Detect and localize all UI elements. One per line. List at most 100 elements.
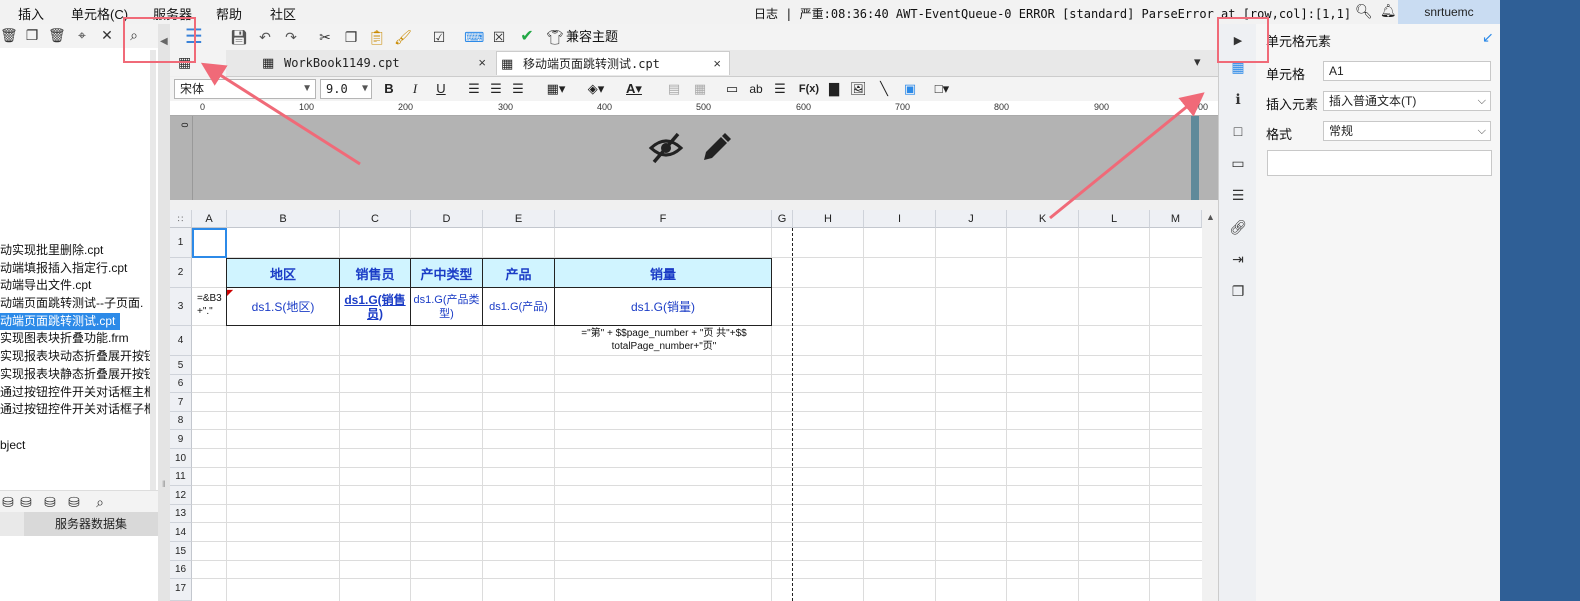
- insert-data-column-icon[interactable]: ▭: [724, 80, 740, 98]
- menu-community[interactable]: 社区: [270, 4, 296, 23]
- file-item[interactable]: 实现图表块折叠功能.frm: [0, 330, 150, 348]
- mobile-attr-icon[interactable]: ⌨: [464, 27, 484, 47]
- row-header[interactable]: 5: [170, 356, 192, 375]
- paste-icon[interactable]: 📋︎: [368, 27, 386, 47]
- close-tab-icon[interactable]: ×: [713, 52, 721, 76]
- cell-a3-formula[interactable]: =&B3 +".": [197, 292, 227, 324]
- cell-b3-dataset[interactable]: ds1.S(地区): [226, 287, 340, 326]
- tab-menu-icon[interactable]: ▾: [1194, 54, 1201, 70]
- cell-f3-dataset[interactable]: ds1.G(销量): [554, 287, 772, 326]
- delete-icon[interactable]: 🗑︎: [0, 27, 18, 43]
- pin-icon[interactable]: ↙: [1482, 29, 1494, 46]
- column-header[interactable]: G: [772, 210, 793, 228]
- preview-dataset-icon[interactable]: ⛁: [42, 494, 58, 510]
- insert-formula-button[interactable]: F(x): [798, 80, 820, 98]
- row-header[interactable]: 14: [170, 523, 192, 542]
- hyperlink-icon[interactable]: 🔗︎: [1229, 218, 1247, 236]
- unmerge-cells-icon[interactable]: ▦: [692, 80, 708, 98]
- panel-collapse-strip[interactable]: ◀ ‖: [158, 24, 170, 601]
- menu-help[interactable]: 帮助: [216, 4, 242, 23]
- row-header[interactable]: 17: [170, 579, 192, 601]
- cell-e3-dataset[interactable]: ds1.G(产品): [482, 287, 555, 326]
- locate-icon[interactable]: ⌖: [74, 27, 90, 43]
- insert-slash-icon[interactable]: ╲: [876, 80, 892, 98]
- column-header[interactable]: K: [1007, 210, 1079, 228]
- row-header[interactable]: 11: [170, 468, 192, 486]
- column-header[interactable]: M: [1150, 210, 1202, 228]
- row-header[interactable]: 10: [170, 449, 192, 468]
- column-header[interactable]: I: [864, 210, 936, 228]
- column-header[interactable]: A: [192, 210, 227, 228]
- underline-button[interactable]: U: [434, 80, 448, 98]
- row-header[interactable]: 1 (H): [170, 228, 192, 278]
- undo-icon[interactable]: ↶: [256, 27, 274, 47]
- file-item[interactable]: 动端填报插入指定行.cpt: [0, 260, 150, 278]
- cell-f4-page-formula[interactable]: ="第" + $$page_number + "页 共"+$$ totalPag…: [558, 327, 770, 355]
- copy-icon[interactable]: ❐: [24, 27, 40, 43]
- collapse-all-icon[interactable]: ✕: [99, 27, 115, 43]
- add-dataset-icon[interactable]: ⛁: [0, 494, 16, 510]
- column-header[interactable]: J: [936, 210, 1007, 228]
- column-header[interactable]: D: [411, 210, 483, 228]
- menu-cell[interactable]: 单元格(C): [71, 4, 128, 23]
- row-header[interactable]: 12: [170, 486, 192, 505]
- cell-e2-product[interactable]: 产品: [482, 258, 555, 288]
- cell-attr-icon[interactable]: ℹ: [1229, 90, 1247, 108]
- italic-button[interactable]: I: [408, 80, 422, 98]
- spreadsheet-grid[interactable]: ∷ A B C D E F G H I J K L M 1 (H) 2 (H) …: [170, 210, 1202, 601]
- row-header[interactable]: 6: [170, 375, 192, 393]
- merge-cells-icon[interactable]: ▤: [666, 80, 682, 98]
- tab-server-dataset[interactable]: 服务器数据集: [24, 512, 158, 536]
- column-header[interactable]: B: [227, 210, 340, 228]
- row-header[interactable]: 8: [170, 412, 192, 430]
- row-header[interactable]: 2 (H): [170, 258, 192, 308]
- cell-address-input[interactable]: A1: [1323, 61, 1491, 81]
- format-select[interactable]: 常规 ⌵: [1323, 121, 1491, 141]
- cell-c3-dataset[interactable]: ds1.G(销售员): [339, 287, 411, 326]
- row-header[interactable]: 3: [170, 288, 192, 326]
- column-header[interactable]: L: [1079, 210, 1150, 228]
- template-param-icon[interactable]: ☑: [430, 27, 448, 47]
- border-icon[interactable]: ▦▾: [542, 80, 570, 98]
- scroll-up-icon[interactable]: ▲: [1206, 212, 1215, 222]
- remove-dataset-icon[interactable]: ⛁: [66, 494, 82, 510]
- row-header[interactable]: 13: [170, 505, 192, 523]
- row-header[interactable]: 9: [170, 430, 192, 449]
- cell-f2-sales[interactable]: 销量: [554, 258, 772, 288]
- tab-workbook1149[interactable]: ▦ WorkBook1149.cpt ×: [258, 51, 494, 75]
- eye-slash-icon[interactable]: [648, 130, 684, 166]
- font-size-select[interactable]: 9.0 ▼: [320, 79, 372, 99]
- font-color-icon[interactable]: A▾: [620, 80, 648, 98]
- selected-cell-a1[interactable]: [192, 228, 227, 258]
- align-right-icon[interactable]: ☰: [510, 80, 526, 98]
- row-header[interactable]: 4 (F): [170, 326, 192, 376]
- column-header[interactable]: F: [555, 210, 772, 228]
- compat-theme-label[interactable]: 兼容主题: [566, 27, 618, 47]
- row-header[interactable]: 16: [170, 561, 192, 579]
- edit-dataset-icon[interactable]: ⛁: [18, 494, 34, 510]
- fill-color-icon[interactable]: ◈▾: [582, 80, 610, 98]
- cell-d3-dataset[interactable]: ds1.G(产品类型): [410, 287, 483, 326]
- align-center-icon[interactable]: ☰: [488, 80, 504, 98]
- cell-content-input[interactable]: [1267, 150, 1492, 176]
- copy-attr-icon[interactable]: ❐: [1229, 282, 1247, 300]
- widget-icon[interactable]: ▭: [1229, 154, 1247, 172]
- insert-element-select[interactable]: 插入普通文本(T) ⌵: [1323, 91, 1491, 111]
- file-item-selected[interactable]: 动端页面跳转测试.cpt: [0, 312, 120, 331]
- close-tab-icon[interactable]: ×: [478, 51, 486, 75]
- check-icon[interactable]: ✔: [518, 27, 536, 47]
- grid-vertical-scrollbar[interactable]: ▲: [1202, 210, 1218, 601]
- file-item[interactable]: 动实现批里删除.cpt: [0, 242, 150, 260]
- insert-richtext-icon[interactable]: ☰: [772, 80, 788, 98]
- report-header-area[interactable]: 0: [170, 116, 1218, 200]
- cell-c2-salesperson[interactable]: 销售员: [339, 258, 411, 288]
- pencil-icon[interactable]: [700, 132, 732, 164]
- style-icon[interactable]: □: [1229, 122, 1247, 140]
- web-attr-icon[interactable]: ☒: [490, 27, 508, 47]
- select-all-corner[interactable]: ∷: [170, 210, 192, 228]
- copy-icon[interactable]: ❐: [342, 27, 360, 47]
- align-left-icon[interactable]: ☰: [466, 80, 482, 98]
- font-family-select[interactable]: 宋体 ▼: [174, 79, 316, 99]
- insert-sub-report-icon[interactable]: ▣: [902, 80, 918, 98]
- row-header[interactable]: 7: [170, 393, 192, 412]
